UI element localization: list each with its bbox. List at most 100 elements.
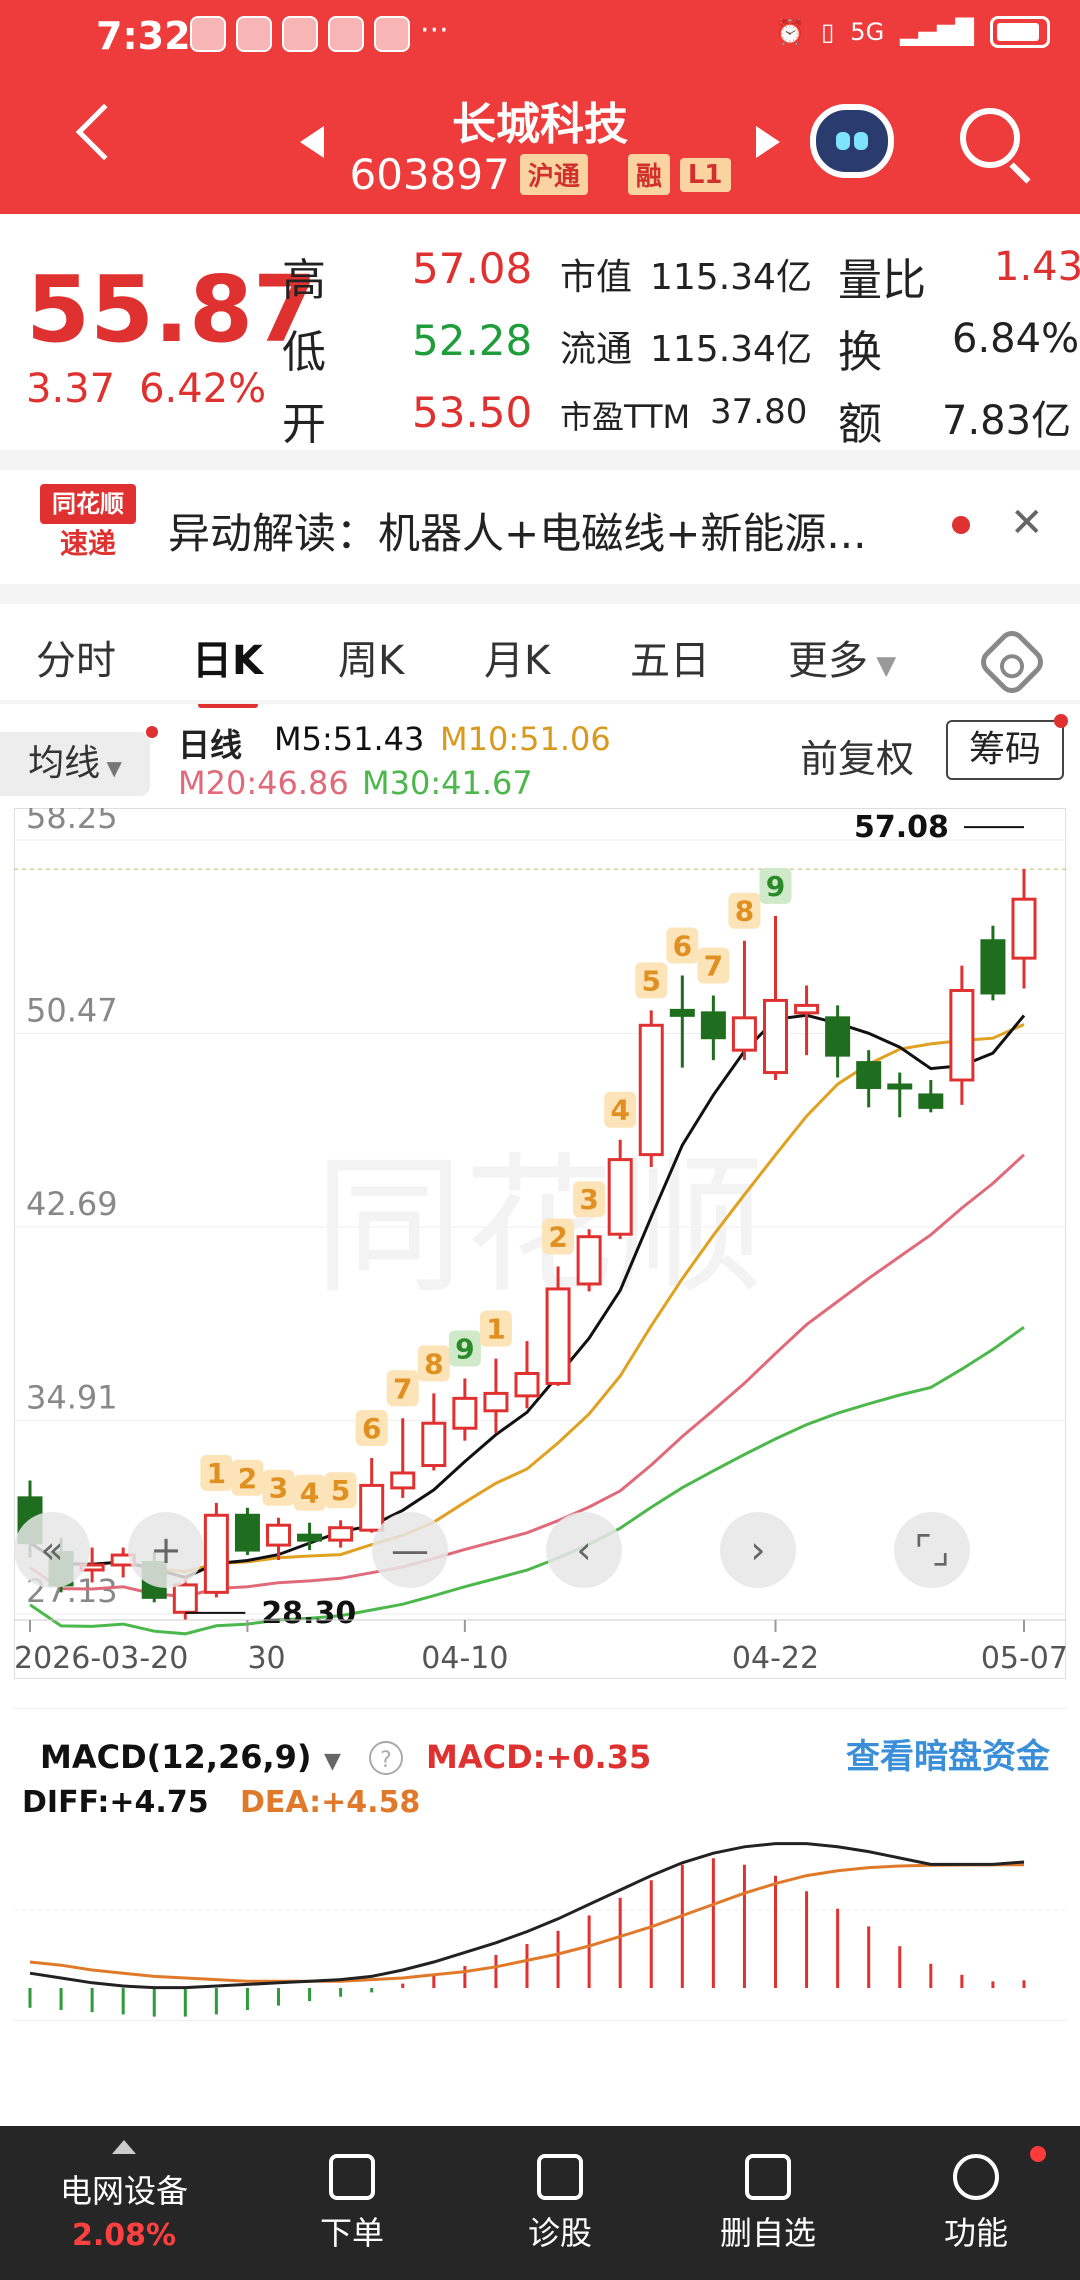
legend-dot bbox=[146, 726, 158, 738]
watch-sector-name: 电网设备 bbox=[59, 2172, 188, 2210]
candle-body bbox=[763, 998, 788, 1075]
tag-hutong: 沪通 bbox=[519, 154, 588, 195]
td-mark-label: 2 bbox=[238, 1462, 257, 1495]
zoom-in-glyph: + bbox=[150, 1528, 182, 1572]
td-mark-label: 5 bbox=[331, 1474, 350, 1507]
chips-dot bbox=[1054, 714, 1068, 728]
high-annotation: 57.08 bbox=[854, 810, 949, 845]
news-ticker[interactable]: 同花顺 速递 异动解读：机器人+电磁线+新能源... ✕ bbox=[0, 464, 1080, 584]
header-bar: 7:32 ··· ⏰ ▯ 5G ▂▄▆█ 长城科技 603897 沪通 融 L1 bbox=[0, 0, 1080, 214]
tab-daily-k[interactable]: 日K bbox=[192, 628, 263, 686]
kline-chart[interactable]: 58.25 50.47 42.69 34.91 27.13 同花顺 1 2 3 4 5 6 7 8 9 1 2 3… bbox=[14, 808, 1066, 2118]
y-tick-label: 58.25 bbox=[26, 808, 118, 836]
ma20-value: M20:46.86 bbox=[178, 764, 349, 802]
status-bar: 7:32 ··· ⏰ ▯ 5G ▂▄▆█ bbox=[0, 0, 1080, 70]
nav-diagnose[interactable]: 诊股 bbox=[460, 2126, 660, 2280]
low-annotation: 28.30 bbox=[261, 1596, 356, 1631]
settings-hex-icon[interactable] bbox=[975, 625, 1049, 699]
tab-more[interactable]: 更多 ▼ bbox=[788, 628, 896, 686]
unread-dot bbox=[952, 516, 970, 534]
candle-body bbox=[856, 1061, 882, 1089]
amount-value: 7.83亿 bbox=[942, 398, 1072, 444]
chevron-down-icon: ▼ bbox=[100, 756, 122, 780]
next-glyph: › bbox=[750, 1528, 765, 1572]
candle-body bbox=[266, 1523, 291, 1547]
tab-five-day[interactable]: 五日 bbox=[630, 628, 710, 686]
macd-divider bbox=[14, 1708, 1066, 1709]
tab-intraday[interactable]: 分时 bbox=[36, 628, 116, 686]
high-value: 57.08 bbox=[412, 244, 533, 293]
macd-value: MACD:+0.35 bbox=[426, 1738, 651, 1776]
status-right: ⏰ ▯ 5G ▂▄▆█ bbox=[775, 16, 1050, 48]
td-mark-label: 6 bbox=[362, 1412, 381, 1445]
candle-body bbox=[390, 1471, 416, 1490]
candle-body bbox=[234, 1513, 260, 1552]
market-cap-label: 市值 bbox=[560, 257, 633, 298]
macd-dropdown-icon: ▼ bbox=[324, 1749, 341, 1774]
ma10-value: M10:51.06 bbox=[440, 720, 611, 758]
notification-icons: ··· bbox=[190, 16, 449, 52]
nav-functions[interactable]: 功能 bbox=[876, 2126, 1076, 2280]
td-mark-label: 7 bbox=[704, 949, 723, 982]
td-mark-label: 3 bbox=[269, 1472, 288, 1505]
y-tick-label: 42.69 bbox=[26, 1185, 118, 1223]
nav-order[interactable]: 下单 bbox=[252, 2126, 452, 2280]
x-tick-label: 2026-03-20 bbox=[14, 1641, 188, 1676]
zoom-out-glyph: — bbox=[391, 1528, 429, 1572]
td-mark-label: 8 bbox=[735, 895, 754, 928]
current-price: 55.87 bbox=[26, 256, 318, 363]
td-mark-label: 1 bbox=[486, 1313, 505, 1346]
open-label: 开 bbox=[282, 399, 326, 450]
tab-weekly-k[interactable]: 周K bbox=[338, 628, 404, 686]
candle-body bbox=[172, 1583, 198, 1614]
close-icon[interactable]: ✕ bbox=[1010, 500, 1044, 546]
candle-body bbox=[887, 1083, 913, 1090]
logo-top-text: 同花顺 bbox=[40, 484, 136, 524]
ma-legend: 均线 ▼ 日线 M5:51.43 M10:51.06 M20:46.86 M30… bbox=[0, 706, 1080, 806]
td-mark-label: 8 bbox=[424, 1347, 443, 1380]
expand-up-icon bbox=[112, 2140, 136, 2154]
candle-body bbox=[203, 1513, 229, 1594]
adjust-mode[interactable]: 前复权 bbox=[800, 728, 914, 783]
nav-watch-sector[interactable]: 电网设备 2.08% bbox=[24, 2126, 224, 2280]
signal-icon: ▂▄▆█ bbox=[900, 18, 974, 46]
open-value: 53.50 bbox=[412, 388, 533, 437]
ai-robot-icon[interactable] bbox=[810, 104, 894, 178]
tab-more-label: 更多 bbox=[788, 638, 868, 684]
bottom-nav: 电网设备 2.08% 下单 诊股 删自选 功能 bbox=[0, 2126, 1080, 2280]
weibo-icon bbox=[190, 16, 226, 52]
chips-button[interactable]: 筹码 bbox=[946, 714, 1068, 780]
candle-body bbox=[980, 939, 1006, 995]
nav-diagnose-label: 诊股 bbox=[527, 2214, 592, 2252]
ma-selector-label: 均线 bbox=[28, 743, 101, 784]
news-text[interactable]: 异动解读：机器人+电磁线+新能源... bbox=[168, 500, 928, 561]
candle-body bbox=[918, 1093, 944, 1109]
candle-body bbox=[545, 1287, 571, 1385]
help-icon-glyph: ? bbox=[380, 1748, 392, 1773]
watermark: 同花顺 bbox=[314, 1140, 764, 1314]
ma-selector-button[interactable]: 均线 ▼ bbox=[0, 732, 150, 796]
kline-svg[interactable]: 58.2550.4742.6934.9127.13同花顺1 2 3 4 5678 9123… bbox=[14, 808, 1066, 2118]
huawei-icon bbox=[236, 16, 272, 52]
td-mark-label: 4 bbox=[610, 1094, 629, 1127]
ma5-value: M5:51.43 bbox=[274, 720, 425, 758]
search-icon[interactable] bbox=[960, 108, 1020, 168]
fullscreen-glyph: ⌜⌟ bbox=[914, 1528, 950, 1572]
x-tick-label: 05-07 bbox=[981, 1641, 1066, 1676]
nav-remove-watch[interactable]: 删自选 bbox=[668, 2126, 868, 2280]
change-percent: 6.42% bbox=[139, 366, 267, 412]
nav-remove-label: 删自选 bbox=[719, 2214, 816, 2252]
x-tick-label: 30 bbox=[247, 1641, 285, 1676]
amount-label: 额 bbox=[838, 399, 882, 450]
day-line-label: 日线 bbox=[178, 726, 243, 764]
prev-glyph: ‹ bbox=[576, 1528, 591, 1572]
low-label: 低 bbox=[282, 327, 326, 378]
dea-value: DEA:+4.58 bbox=[240, 1785, 420, 1820]
diagnose-icon bbox=[537, 2154, 583, 2200]
turnover-label: 换 bbox=[838, 327, 882, 378]
nav-order-label: 下单 bbox=[319, 2214, 384, 2252]
tab-monthly-k[interactable]: 月K bbox=[484, 628, 550, 686]
td-mark-label: 6 bbox=[673, 930, 692, 963]
x-tick-label: 04-10 bbox=[421, 1641, 508, 1676]
candle-body bbox=[328, 1526, 354, 1542]
